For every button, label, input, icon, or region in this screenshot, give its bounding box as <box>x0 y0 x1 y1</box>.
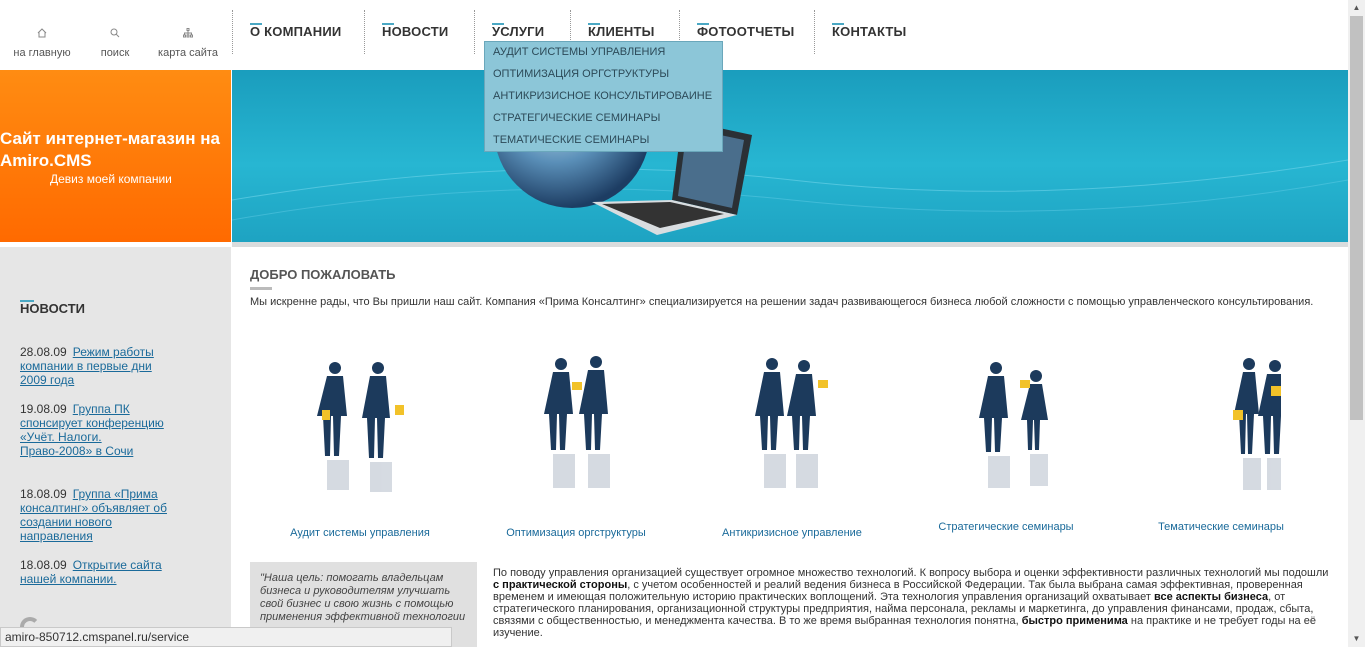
service-audit-label[interactable]: Аудит системы управления <box>260 527 460 540</box>
logo-box: Сайт интернет-магазин на Amiro.CMS Девиз… <box>0 70 231 242</box>
welcome-underline <box>250 287 272 290</box>
service-optimization[interactable] <box>476 350 676 500</box>
nav-item-photo-reports[interactable]: ФОТООТЧЕТЫ <box>697 23 795 39</box>
nav-item-about[interactable]: О КОМПАНИИ <box>250 23 342 39</box>
business-people-icon <box>755 358 828 488</box>
body-text-bold: быстро применима <box>1021 615 1128 627</box>
nav-divider <box>474 10 475 54</box>
nav-marker <box>382 23 394 25</box>
site-title[interactable]: Сайт интернет-магазин на Amiro.CMS <box>0 128 231 172</box>
nav-marker <box>588 23 600 25</box>
sidebar-title-text: НОВОСТИ <box>20 301 86 316</box>
service-strategic[interactable] <box>906 350 1106 500</box>
utility-nav: на главную поиск карта сайта <box>0 0 232 70</box>
home-link[interactable]: на главную <box>7 28 77 59</box>
nav-marker <box>832 23 844 25</box>
service-anticrisis-label[interactable]: Антикризисное управление <box>692 527 892 540</box>
body-text-part: По поводу управления организацией сущест… <box>493 567 1329 579</box>
service-thematic[interactable] <box>1121 350 1321 500</box>
welcome-title: ДОБРО ПОЖАЛОВАТЬ <box>250 267 396 282</box>
home-icon <box>7 28 77 42</box>
nav-item-label: УСЛУГИ <box>492 24 545 39</box>
quote-text: "Наша цель: помогать владельцам бизнеса … <box>260 572 466 623</box>
dropdown-item-optimization[interactable]: ОПТИМИЗАЦИЯ ОРГСТРУКТУРЫ <box>493 68 669 80</box>
nav-item-label: КОНТАКТЫ <box>832 24 907 39</box>
header-banner <box>232 70 1348 242</box>
service-thematic-label[interactable]: Тематические семинары <box>1121 521 1321 534</box>
nav-item-label: О КОМПАНИИ <box>250 24 342 39</box>
body-text-bold: с практической стороны <box>493 579 628 591</box>
nav-marker <box>697 23 709 25</box>
service-audit[interactable] <box>260 350 460 500</box>
body-text: По поводу управления организацией сущест… <box>493 567 1333 639</box>
nav-divider <box>364 10 365 54</box>
news-item: 18.08.09 Группа «Прима консалтинг» объявл… <box>20 487 170 543</box>
nav-item-news[interactable]: НОВОСТИ <box>382 23 449 39</box>
news-date: 19.08.09 <box>20 402 67 416</box>
business-people-icon <box>979 362 1048 488</box>
nav-item-label: НОВОСТИ <box>382 24 449 39</box>
service-anticrisis[interactable] <box>692 350 892 500</box>
dropdown-item-audit[interactable]: АУДИТ СИСТЕМЫ УПРАВЛЕНИЯ <box>493 46 665 58</box>
body-text-bold: все аспекты бизнеса <box>1153 591 1269 603</box>
status-bar: amiro-850712.cmspanel.ru/service <box>0 627 452 647</box>
service-strategic-label[interactable]: Стратегические семинары <box>906 521 1106 534</box>
nav-divider <box>814 10 815 54</box>
main-nav: О КОМПАНИИ НОВОСТИ УСЛУГИ КЛИЕНТЫ ФОТООТ… <box>232 0 1348 70</box>
home-link-label: на главную <box>13 47 71 59</box>
search-link[interactable]: поиск <box>80 28 150 59</box>
sidebar: НОВОСТИ 28.08.09 Режим работы компании в … <box>0 247 231 647</box>
sitemap-link-label: карта сайта <box>158 47 218 59</box>
nav-item-label: ФОТООТЧЕТЫ <box>697 24 795 39</box>
banner-illustration <box>232 70 1348 235</box>
vertical-scrollbar[interactable]: ▲ ▼ <box>1348 0 1365 647</box>
search-icon <box>80 28 150 42</box>
scroll-down-icon[interactable]: ▼ <box>1348 631 1365 647</box>
nav-item-clients[interactable]: КЛИЕНТЫ <box>588 23 655 39</box>
sitemap-link[interactable]: карта сайта <box>153 28 223 59</box>
intro-text: Мы искренне рады, что Вы пришли наш сайт… <box>250 296 1314 308</box>
nav-item-services[interactable]: УСЛУГИ <box>492 23 545 39</box>
news-date: 18.08.09 <box>20 558 67 572</box>
sidebar-title: НОВОСТИ <box>20 300 86 316</box>
business-people-icon <box>544 356 610 488</box>
nav-divider <box>232 10 233 54</box>
business-people-icon <box>317 362 404 492</box>
scroll-thumb[interactable] <box>1350 16 1363 420</box>
scroll-up-icon[interactable]: ▲ <box>1348 0 1365 16</box>
services-dropdown: АУДИТ СИСТЕМЫ УПРАВЛЕНИЯ ОПТИМИЗАЦИЯ ОРГ… <box>484 41 723 152</box>
nav-item-contacts[interactable]: КОНТАКТЫ <box>832 23 907 39</box>
site-motto: Девиз моей компании <box>50 172 172 186</box>
dropdown-item-anticrisis[interactable]: АНТИКРИЗИСНОЕ КОНСУЛЬТИРОВАИНЕ <box>493 90 712 102</box>
nav-marker <box>492 23 504 25</box>
nav-marker <box>250 23 262 25</box>
news-date: 28.08.09 <box>20 345 67 359</box>
news-item: 18.08.09 Открытие сайта нашей компании. <box>20 558 170 586</box>
news-date: 18.08.09 <box>20 487 67 501</box>
news-item: 19.08.09 Группа ПК спонсирует конференцию… <box>20 402 170 458</box>
dropdown-item-thematic[interactable]: ТЕМАТИЧЕСКИЕ СЕМИНАРЫ <box>493 134 649 146</box>
nav-item-label: КЛИЕНТЫ <box>588 24 655 39</box>
business-people-icon <box>1233 358 1281 490</box>
dropdown-item-strategic[interactable]: СТРАТЕГИЧЕСКИЕ СЕМИНАРЫ <box>493 112 660 124</box>
service-optimization-label[interactable]: Оптимизация оргструктуры <box>476 527 676 540</box>
search-link-label: поиск <box>100 47 130 59</box>
banner-divider <box>232 242 1348 247</box>
news-item: 28.08.09 Режим работы компании в первые д… <box>20 345 170 387</box>
sitemap-icon <box>153 28 223 42</box>
title-marker <box>20 300 34 302</box>
